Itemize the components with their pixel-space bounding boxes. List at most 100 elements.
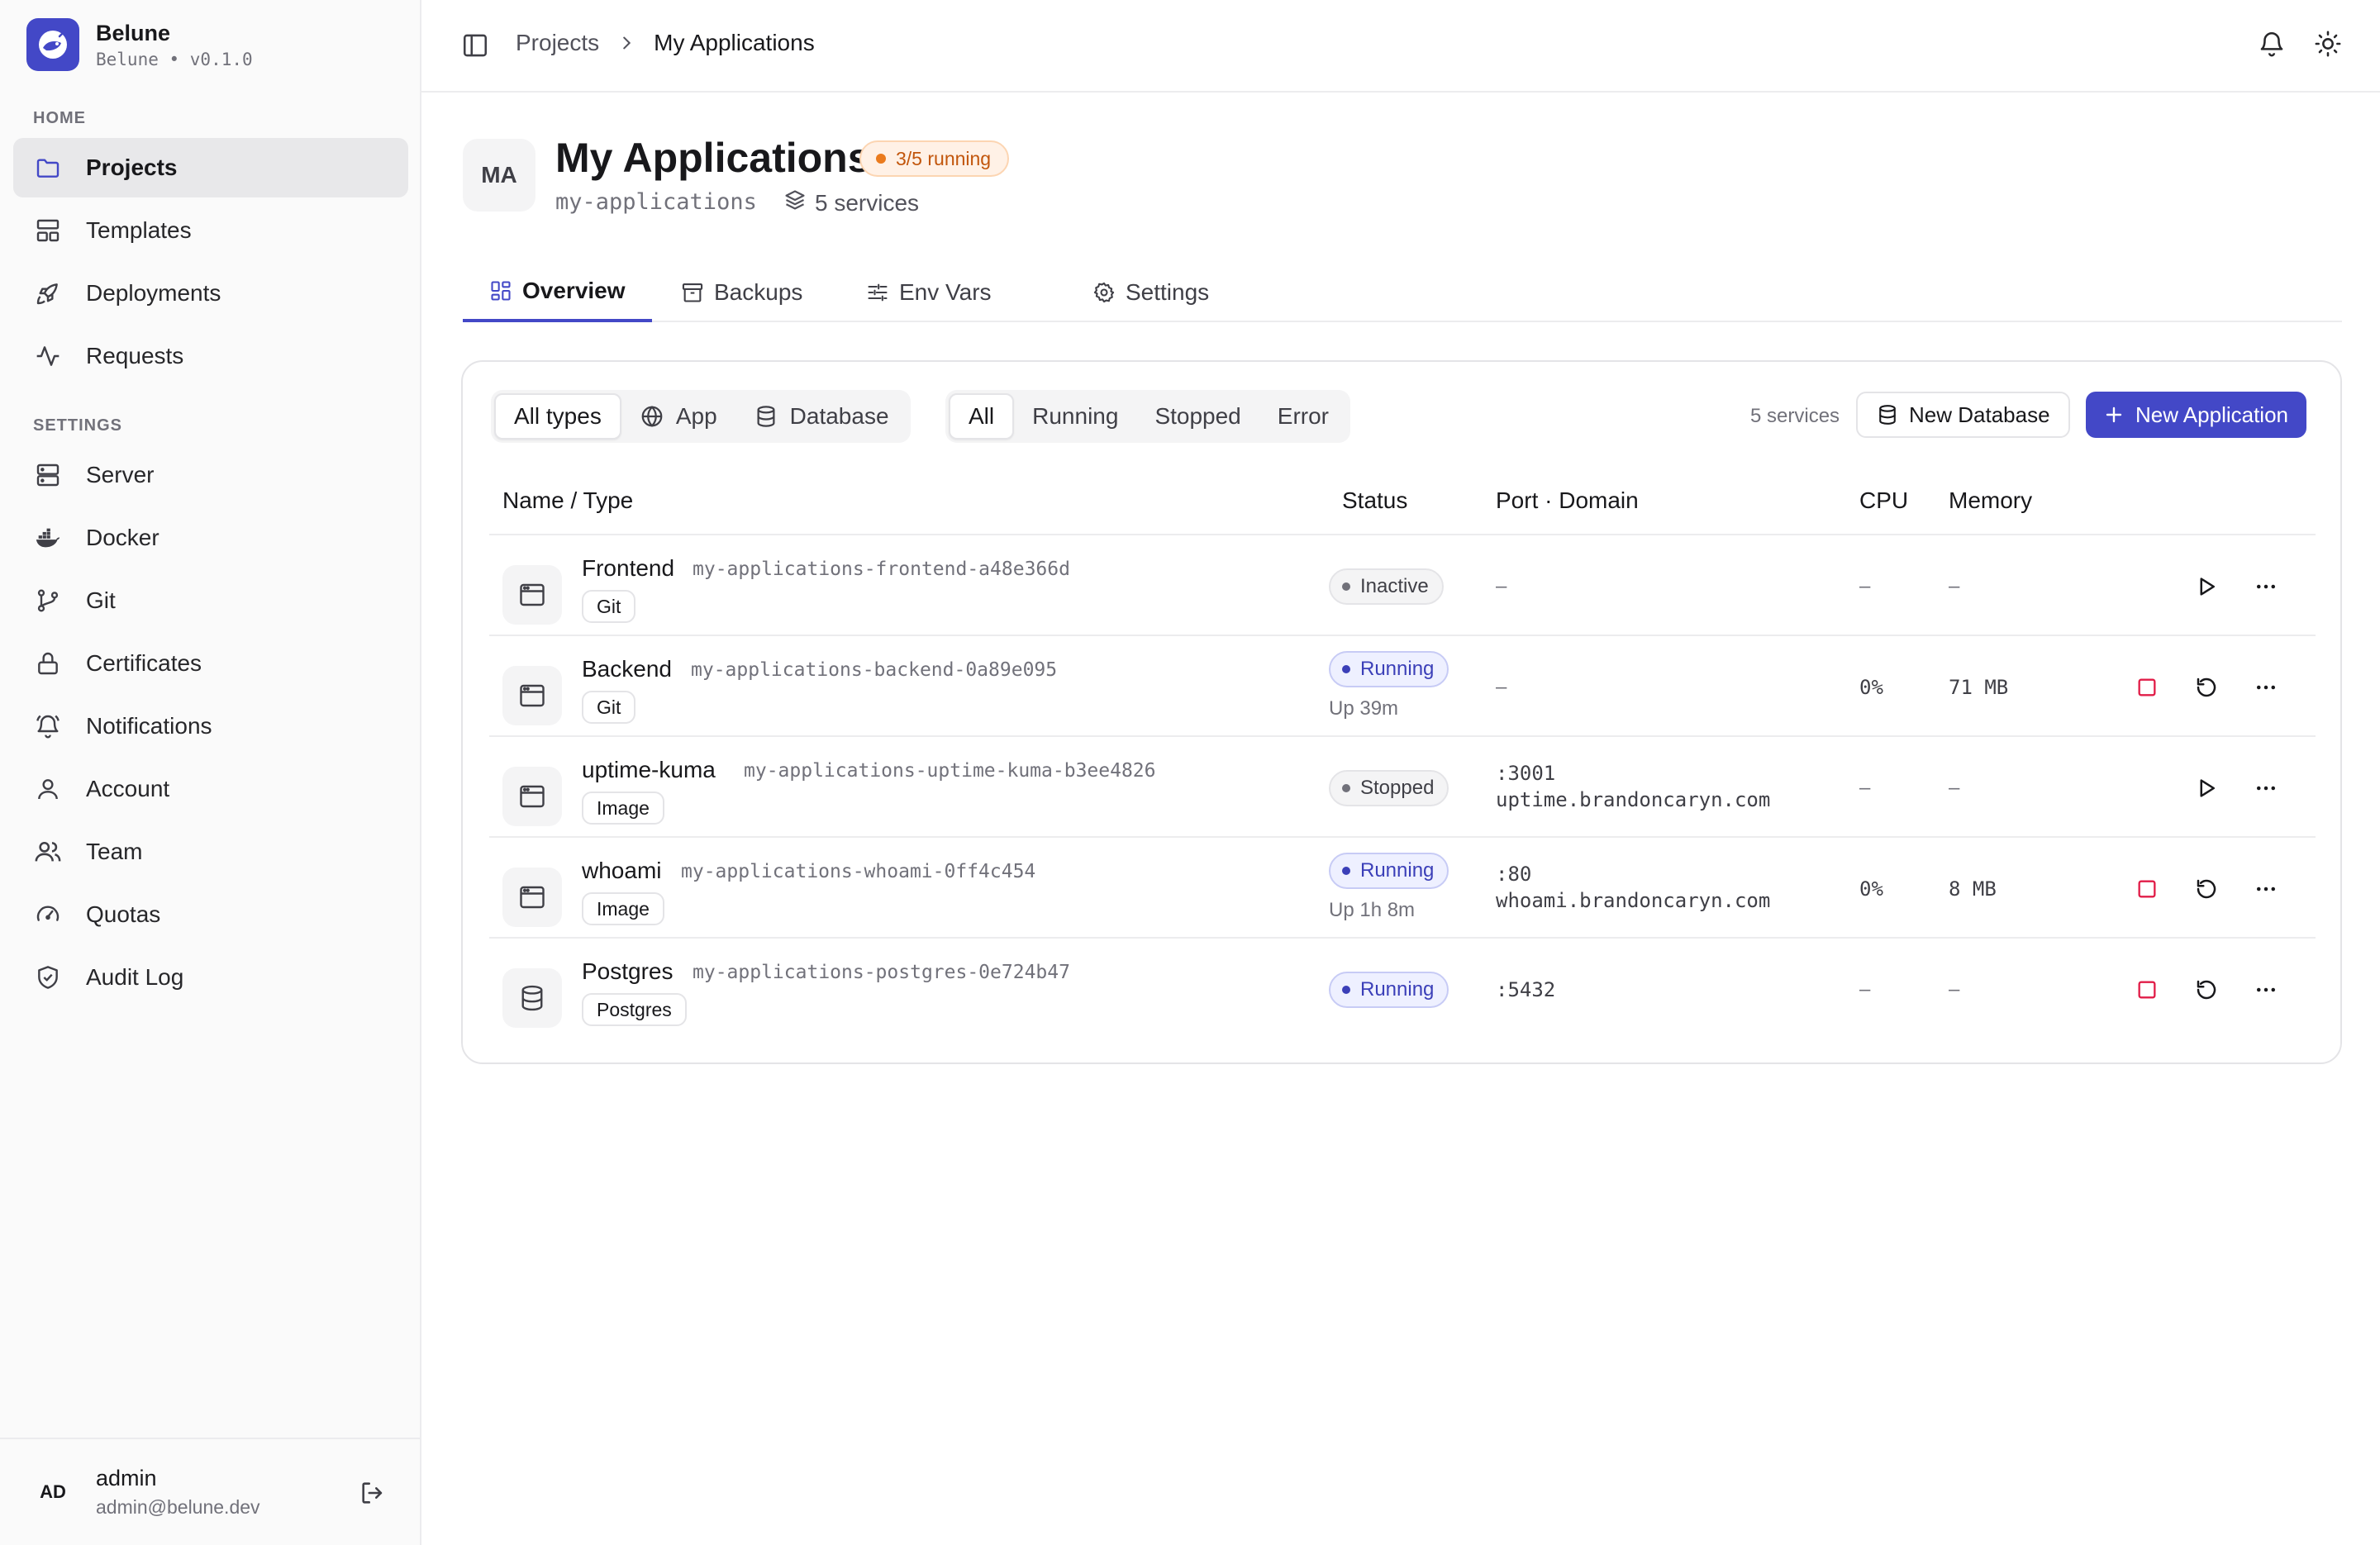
filter-all-types[interactable]: All types <box>494 393 621 440</box>
avatar[interactable]: AD <box>33 1472 73 1512</box>
rocket-icon <box>33 278 63 308</box>
domain-link[interactable]: whoami.brandoncaryn.com <box>1496 889 1770 912</box>
table-row[interactable]: Postgres my-applications-postgres-0e724b… <box>489 939 2316 1039</box>
sidebar-item-certificates[interactable]: Certificates <box>13 634 408 693</box>
tab-env-vars[interactable]: Env Vars <box>840 263 1018 322</box>
start-button[interactable] <box>2190 570 2223 603</box>
filter-app[interactable]: App <box>621 393 735 440</box>
more-options-icon[interactable] <box>2249 671 2282 704</box>
bell-ring-icon <box>33 711 63 741</box>
service-name[interactable]: uptime-kuma <box>582 757 716 783</box>
sidebar-toggle-icon[interactable] <box>461 31 489 64</box>
brand[interactable]: Belune Belune • v0.1.0 <box>26 18 253 71</box>
memory-value: – <box>1949 777 1960 799</box>
app-window-icon <box>502 666 562 725</box>
service-name[interactable]: Frontend <box>582 555 674 582</box>
globe-icon <box>640 404 664 429</box>
project-services-count: 5 services <box>783 188 919 217</box>
tab-label: Backups <box>714 279 803 305</box>
user-name: admin <box>96 1466 157 1490</box>
sidebar-item-deployments[interactable]: Deployments <box>13 264 408 323</box>
status-badge: Running <box>1329 853 1449 889</box>
gear-icon <box>1092 281 1116 304</box>
archive-icon <box>681 281 704 304</box>
restart-icon[interactable] <box>2190 973 2223 1006</box>
shield-check-icon <box>33 963 63 992</box>
stop-button[interactable] <box>2130 872 2163 906</box>
activity-icon <box>33 341 63 371</box>
more-options-icon[interactable] <box>2249 570 2282 603</box>
user-email: admin@belune.dev <box>96 1496 260 1518</box>
service-id: my-applications-postgres-0e724b47 <box>693 962 1070 983</box>
sidebar-item-account[interactable]: Account <box>13 759 408 819</box>
sidebar-item-docker[interactable]: Docker <box>13 508 408 568</box>
breadcrumb-projects[interactable]: Projects <box>516 30 599 56</box>
tab-settings[interactable]: Settings <box>1066 263 1235 322</box>
service-id: my-applications-frontend-a48e366d <box>693 559 1070 580</box>
restart-icon[interactable] <box>2190 671 2223 704</box>
sidebar-item-server[interactable]: Server <box>13 445 408 505</box>
service-name[interactable]: Postgres <box>582 958 674 985</box>
sidebar-item-team[interactable]: Team <box>13 822 408 882</box>
database-icon <box>502 968 562 1028</box>
more-options-icon[interactable] <box>2249 772 2282 805</box>
filter-database[interactable]: Database <box>735 393 907 440</box>
top-bar: Projects My Applications <box>421 0 2380 93</box>
sidebar-item-label: Team <box>86 839 143 864</box>
service-name[interactable]: Backend <box>582 656 672 682</box>
memory-value: – <box>1949 575 1960 597</box>
stop-button[interactable] <box>2130 671 2163 704</box>
stop-button[interactable] <box>2130 973 2163 1006</box>
project-tabs: Overview Backups Env Vars Settings <box>463 263 2342 322</box>
running-status-badge: 3/5 running <box>859 140 1010 177</box>
service-type-tag: Image <box>582 892 664 925</box>
sidebar-item-audit-log[interactable]: Audit Log <box>13 948 408 1007</box>
cpu-value: 0% <box>1859 877 1883 901</box>
table-row[interactable]: whoami my-applications-whoami-0ff4c454 I… <box>489 838 2316 939</box>
bell-icon[interactable] <box>2258 30 2286 62</box>
table-row[interactable]: Frontend my-applications-frontend-a48e36… <box>489 535 2316 636</box>
page-title: My Applications <box>555 135 871 181</box>
more-options-icon[interactable] <box>2249 973 2282 1006</box>
table-row[interactable]: Backend my-applications-backend-0a89e095… <box>489 636 2316 737</box>
service-type-tag: Image <box>582 792 664 825</box>
sidebar-item-requests[interactable]: Requests <box>13 326 408 386</box>
logout-icon[interactable] <box>359 1479 387 1511</box>
status-text: Stopped <box>1360 777 1435 799</box>
sidebar-item-git[interactable]: Git <box>13 571 408 630</box>
sidebar-item-notifications[interactable]: Notifications <box>13 696 408 756</box>
filter-status-running[interactable]: Running <box>1014 393 1136 440</box>
tab-overview[interactable]: Overview <box>463 263 652 322</box>
table-row[interactable]: uptime-kuma my-applications-uptime-kuma-… <box>489 737 2316 838</box>
status-text: Running <box>1360 859 1435 882</box>
sliders-icon <box>866 281 889 304</box>
domain-link[interactable]: uptime.brandoncaryn.com <box>1496 788 1770 811</box>
tab-backups[interactable]: Backups <box>654 263 829 322</box>
breadcrumb: Projects My Applications <box>516 30 815 56</box>
sidebar-item-projects[interactable]: Projects <box>13 138 408 197</box>
start-button[interactable] <box>2190 772 2223 805</box>
more-options-icon[interactable] <box>2249 872 2282 906</box>
filter-status-stopped[interactable]: Stopped <box>1136 393 1259 440</box>
new-application-button[interactable]: New Application <box>2086 392 2306 438</box>
restart-icon[interactable] <box>2190 872 2223 906</box>
sidebar-item-label: Notifications <box>86 713 212 739</box>
sidebar: Belune Belune • v0.1.0 HOME Projects Tem… <box>0 0 421 1545</box>
memory-value: 71 MB <box>1949 676 2009 699</box>
status-text: Inactive <box>1360 575 1429 597</box>
tab-label: Settings <box>1126 279 1210 305</box>
chevron-right-icon <box>617 34 635 52</box>
sidebar-item-templates[interactable]: Templates <box>13 201 408 260</box>
service-name[interactable]: whoami <box>582 858 661 884</box>
sidebar-item-label: Templates <box>86 217 192 243</box>
layout-icon <box>33 216 63 245</box>
filter-status-error[interactable]: Error <box>1259 393 1347 440</box>
button-label: New Database <box>1909 402 2050 427</box>
service-type-tag: Git <box>582 691 636 724</box>
sidebar-item-quotas[interactable]: Quotas <box>13 885 408 944</box>
user-icon <box>33 774 63 804</box>
theme-toggle-sun-icon[interactable] <box>2314 30 2342 62</box>
filter-status-all[interactable]: All <box>949 393 1015 440</box>
gauge-icon <box>33 900 63 929</box>
new-database-button[interactable]: New Database <box>1856 392 2070 438</box>
